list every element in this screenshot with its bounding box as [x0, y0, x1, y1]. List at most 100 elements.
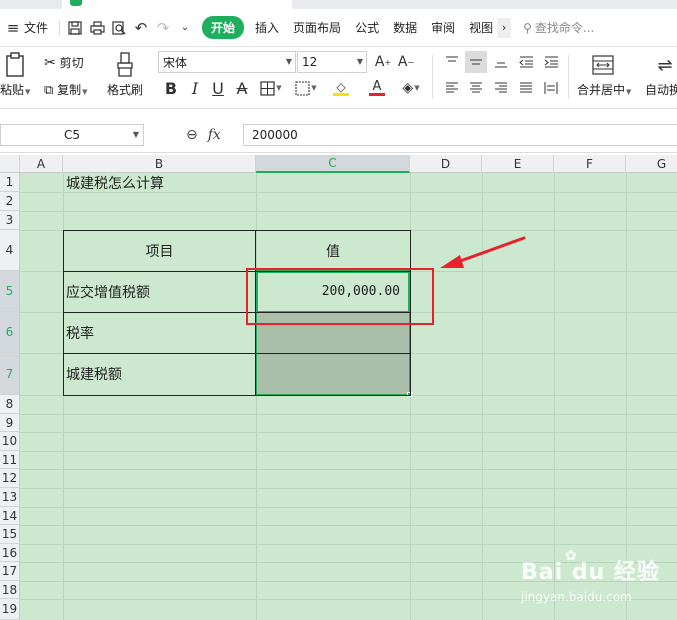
tab-home[interactable]: 开始 — [202, 16, 245, 39]
align-top-icon[interactable] — [441, 51, 463, 73]
column-header-e[interactable]: E — [482, 155, 554, 173]
fx-icon[interactable]: fx — [208, 127, 221, 143]
bold-icon[interactable]: B — [162, 77, 180, 99]
row-header-12[interactable]: 12 — [0, 469, 20, 488]
command-search-placeholder: 查找命令... — [534, 21, 595, 35]
clear-format-icon[interactable]: ◈ ▼ — [398, 77, 424, 99]
column-header-b[interactable]: B — [63, 155, 256, 173]
row-header-8[interactable]: 8 — [0, 395, 20, 414]
align-center-icon[interactable] — [465, 77, 487, 99]
column-header-d[interactable]: D — [410, 155, 482, 173]
watermark-logo-text: Bai du 经验 — [521, 560, 660, 585]
row-header-6[interactable]: 6 — [0, 312, 20, 353]
increase-indent-icon[interactable] — [540, 51, 562, 73]
italic-icon[interactable]: I — [186, 77, 204, 99]
print-icon[interactable] — [86, 17, 108, 39]
document-tab[interactable] — [62, 0, 292, 9]
clipboard-icon — [6, 52, 24, 77]
distributed-align-icon[interactable] — [540, 77, 562, 99]
underline-icon[interactable]: U — [209, 77, 227, 99]
wrap-text-label[interactable]: 自动换 — [645, 81, 677, 98]
cell-b5-label[interactable]: 应交增值税额 — [66, 271, 150, 312]
fill-color-icon[interactable]: ◇ — [328, 77, 354, 99]
justify-icon[interactable] — [515, 77, 537, 99]
paintbrush-icon — [117, 52, 133, 77]
print-preview-icon[interactable] — [108, 17, 130, 39]
grid-line — [20, 469, 677, 470]
tab-formulas[interactable]: 公式 — [348, 19, 386, 36]
align-right-icon[interactable] — [490, 77, 512, 99]
merge-center-button[interactable] — [590, 53, 616, 77]
increase-font-icon[interactable]: A + — [373, 51, 393, 73]
row-header-19[interactable]: 19 — [0, 599, 20, 620]
row-header-5[interactable]: 5 — [0, 271, 20, 312]
font-name-select[interactable]: 宋体 ▼ — [158, 51, 296, 73]
formula-input[interactable]: 200000 — [243, 124, 677, 146]
row-header-11[interactable]: 11 — [0, 451, 20, 469]
strikethrough-icon[interactable]: A — [233, 77, 251, 99]
column-header-c[interactable]: C — [256, 155, 410, 173]
tab-view[interactable]: 视图 — [462, 19, 495, 36]
chevron-right-icon[interactable]: › — [497, 17, 512, 38]
paste-button[interactable] — [0, 51, 30, 79]
save-icon[interactable] — [64, 17, 86, 39]
redo-icon[interactable]: ↷ — [152, 17, 174, 39]
column-header-a[interactable]: A — [20, 155, 63, 173]
cell-b6-label[interactable]: 税率 — [66, 312, 94, 353]
select-all-corner[interactable] — [0, 155, 20, 173]
paw-icon: ✿ — [565, 548, 577, 564]
tab-page-layout[interactable]: 页面布局 — [286, 19, 348, 36]
formula-bar: C5 ▼ ⊖ fx 200000 — [0, 117, 677, 153]
separator — [59, 19, 61, 36]
row-header-9[interactable]: 9 — [0, 414, 20, 432]
command-search[interactable]: ⚲ 查找命令... — [523, 19, 594, 36]
name-box[interactable]: C5 ▼ — [0, 124, 144, 146]
row-header-17[interactable]: 17 — [0, 562, 20, 581]
align-middle-icon[interactable] — [465, 51, 487, 73]
row-header-1[interactable]: 1 — [0, 173, 20, 192]
cell-b4-header-item[interactable]: 项目 — [63, 230, 256, 271]
cell-style-icon[interactable]: ▼ — [293, 77, 319, 99]
decrease-indent-icon[interactable] — [515, 51, 537, 73]
wrap-text-icon[interactable]: ⇌ — [654, 53, 676, 77]
tab-review[interactable]: 审阅 — [424, 19, 462, 36]
cell-b1-title[interactable]: 城建税怎么计算 — [66, 173, 164, 192]
row-header-13[interactable]: 13 — [0, 488, 20, 507]
font-size-select[interactable]: 12 ▼ — [297, 51, 367, 73]
row-header-7[interactable]: 7 — [0, 353, 20, 395]
row-header-15[interactable]: 15 — [0, 525, 20, 544]
menu-file[interactable]: 文件 — [24, 19, 55, 36]
row-header-2[interactable]: 2 — [0, 192, 20, 211]
cell-b7-label[interactable]: 城建税额 — [66, 353, 122, 395]
border-icon[interactable]: ▼ — [258, 77, 284, 99]
column-header-f[interactable]: F — [554, 155, 626, 173]
cell-c4-header-value[interactable]: 值 — [256, 230, 410, 271]
formula-tools: ⊖ fx — [186, 124, 242, 146]
cut-button[interactable]: ✂ 剪切 — [44, 54, 84, 71]
tab-data[interactable]: 数据 — [386, 19, 424, 36]
row-header-16[interactable]: 16 — [0, 544, 20, 562]
align-bottom-icon[interactable] — [490, 51, 512, 73]
hamburger-menu-icon[interactable]: ≡ — [2, 17, 24, 39]
merge-center-label[interactable]: 合并居中▼ — [577, 81, 631, 98]
format-painter-button[interactable] — [112, 51, 138, 79]
quick-access-dropdown-icon[interactable]: ⌄ — [174, 17, 196, 39]
paste-label[interactable]: 粘贴▼ — [0, 81, 30, 98]
copy-button[interactable]: ⧉ 复制▼ — [44, 81, 88, 98]
align-left-icon[interactable] — [441, 77, 463, 99]
undo-icon[interactable]: ↶ — [130, 17, 152, 39]
tab-insert[interactable]: 插入 — [248, 19, 286, 36]
row-header-14[interactable]: 14 — [0, 507, 20, 525]
format-painter-label[interactable]: 格式刷 — [107, 81, 143, 98]
row-header-18[interactable]: 18 — [0, 581, 20, 599]
column-header-g[interactable]: G — [626, 155, 677, 173]
row-header-4[interactable]: 4 — [0, 230, 20, 271]
ribbon-home: 粘贴▼ ✂ 剪切 ⧉ 复制▼ 格式刷 宋体 ▼ 12 ▼ A + A − B I U… — [0, 47, 677, 109]
zoom-icon[interactable]: ⊖ — [186, 127, 198, 143]
font-color-icon[interactable]: A — [364, 77, 390, 99]
decrease-font-icon[interactable]: A − — [396, 51, 416, 73]
row-header-10[interactable]: 10 — [0, 432, 20, 451]
row-header-3[interactable]: 3 — [0, 211, 20, 230]
name-box-value: C5 — [63, 128, 80, 142]
merge-cells-icon — [592, 55, 614, 75]
